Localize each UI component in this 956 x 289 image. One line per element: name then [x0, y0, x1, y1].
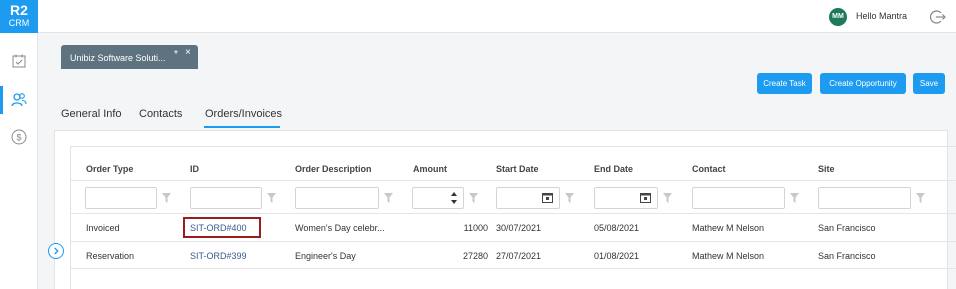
calendar-icon[interactable]: [640, 192, 651, 203]
calendar-icon[interactable]: [542, 192, 553, 203]
cell-amount: 27280: [462, 251, 488, 261]
cell-amount: 11000: [463, 223, 488, 233]
cell-order-type: Reservation: [86, 251, 135, 261]
cell-end-date: 05/08/2021: [594, 223, 640, 233]
filter-site-input[interactable]: [818, 187, 911, 209]
filter-icon[interactable]: [916, 193, 925, 203]
contacts-icon[interactable]: [10, 91, 28, 109]
unsaved-marker: *: [174, 49, 178, 60]
filter-description-input[interactable]: [295, 187, 379, 209]
column-header-contact[interactable]: Contact: [692, 164, 726, 174]
record-tab-title: Unibiz Software Soluti...: [70, 53, 166, 63]
tab-general-info[interactable]: General Info: [61, 108, 122, 120]
record-tab[interactable]: Unibiz Software Soluti... * ×: [61, 45, 198, 69]
column-header-site[interactable]: Site: [818, 164, 835, 174]
filter-icon[interactable]: [790, 193, 799, 203]
avatar[interactable]: MM: [829, 8, 847, 26]
filter-id-input[interactable]: [190, 187, 262, 209]
filter-icon[interactable]: [469, 193, 478, 203]
filter-icon[interactable]: [663, 193, 672, 203]
filter-contact-input[interactable]: [692, 187, 785, 209]
cell-contact: Mathew M Nelson: [692, 251, 765, 261]
cell-site: San Francisco: [818, 251, 876, 261]
cell-description: Engineer's Day: [295, 251, 356, 261]
close-icon[interactable]: ×: [185, 47, 191, 58]
logo-subtext: CRM: [8, 18, 30, 28]
filter-order-type-input[interactable]: [85, 187, 157, 209]
number-spinner-icon[interactable]: [449, 190, 459, 206]
cell-start-date: 27/07/2021: [496, 251, 542, 261]
cell-site: San Francisco: [818, 223, 876, 233]
row-divider: [71, 213, 956, 214]
tasks-icon[interactable]: [10, 52, 28, 70]
column-header-description[interactable]: Order Description: [295, 164, 372, 174]
user-greeting: Hello Mantra: [856, 11, 908, 21]
column-header-amount[interactable]: Amount: [413, 164, 447, 174]
expand-panel-icon[interactable]: [48, 243, 64, 259]
column-header-id[interactable]: ID: [190, 164, 199, 174]
filter-icon[interactable]: [565, 193, 574, 203]
selected-cell-highlight: [183, 217, 261, 238]
svg-text:$: $: [16, 133, 21, 143]
cell-description: Women's Day celebr...: [295, 223, 385, 233]
app-logo[interactable]: R2 CRM: [0, 0, 38, 33]
row-divider: [71, 180, 956, 181]
order-id-link[interactable]: SIT-ORD#399: [190, 251, 247, 261]
top-bar: [38, 0, 956, 33]
create-task-button[interactable]: Create Task: [757, 73, 812, 94]
cell-end-date: 01/08/2021: [594, 251, 640, 261]
active-tab-indicator: [204, 126, 280, 128]
sidebar: R2 CRM $: [0, 0, 38, 289]
filter-icon[interactable]: [384, 193, 393, 203]
column-header-order-type[interactable]: Order Type: [86, 164, 133, 174]
sidebar-active-indicator: [0, 86, 3, 114]
tab-contacts[interactable]: Contacts: [139, 108, 182, 120]
cell-contact: Mathew M Nelson: [692, 223, 765, 233]
cell-start-date: 30/07/2021: [496, 223, 542, 233]
row-divider: [71, 241, 956, 242]
create-opportunity-button[interactable]: Create Opportunity: [820, 73, 906, 94]
logo-text: R2: [10, 2, 28, 18]
filter-icon[interactable]: [162, 193, 171, 203]
column-header-start-date[interactable]: Start Date: [496, 164, 539, 174]
row-divider: [71, 268, 956, 269]
save-button[interactable]: Save: [913, 73, 945, 94]
filter-icon[interactable]: [267, 193, 276, 203]
logout-icon[interactable]: [928, 8, 946, 26]
dollar-icon[interactable]: $: [10, 128, 28, 146]
column-header-end-date[interactable]: End Date: [594, 164, 633, 174]
tab-orders-invoices[interactable]: Orders/Invoices: [205, 108, 282, 120]
cell-order-type: Invoiced: [86, 223, 120, 233]
